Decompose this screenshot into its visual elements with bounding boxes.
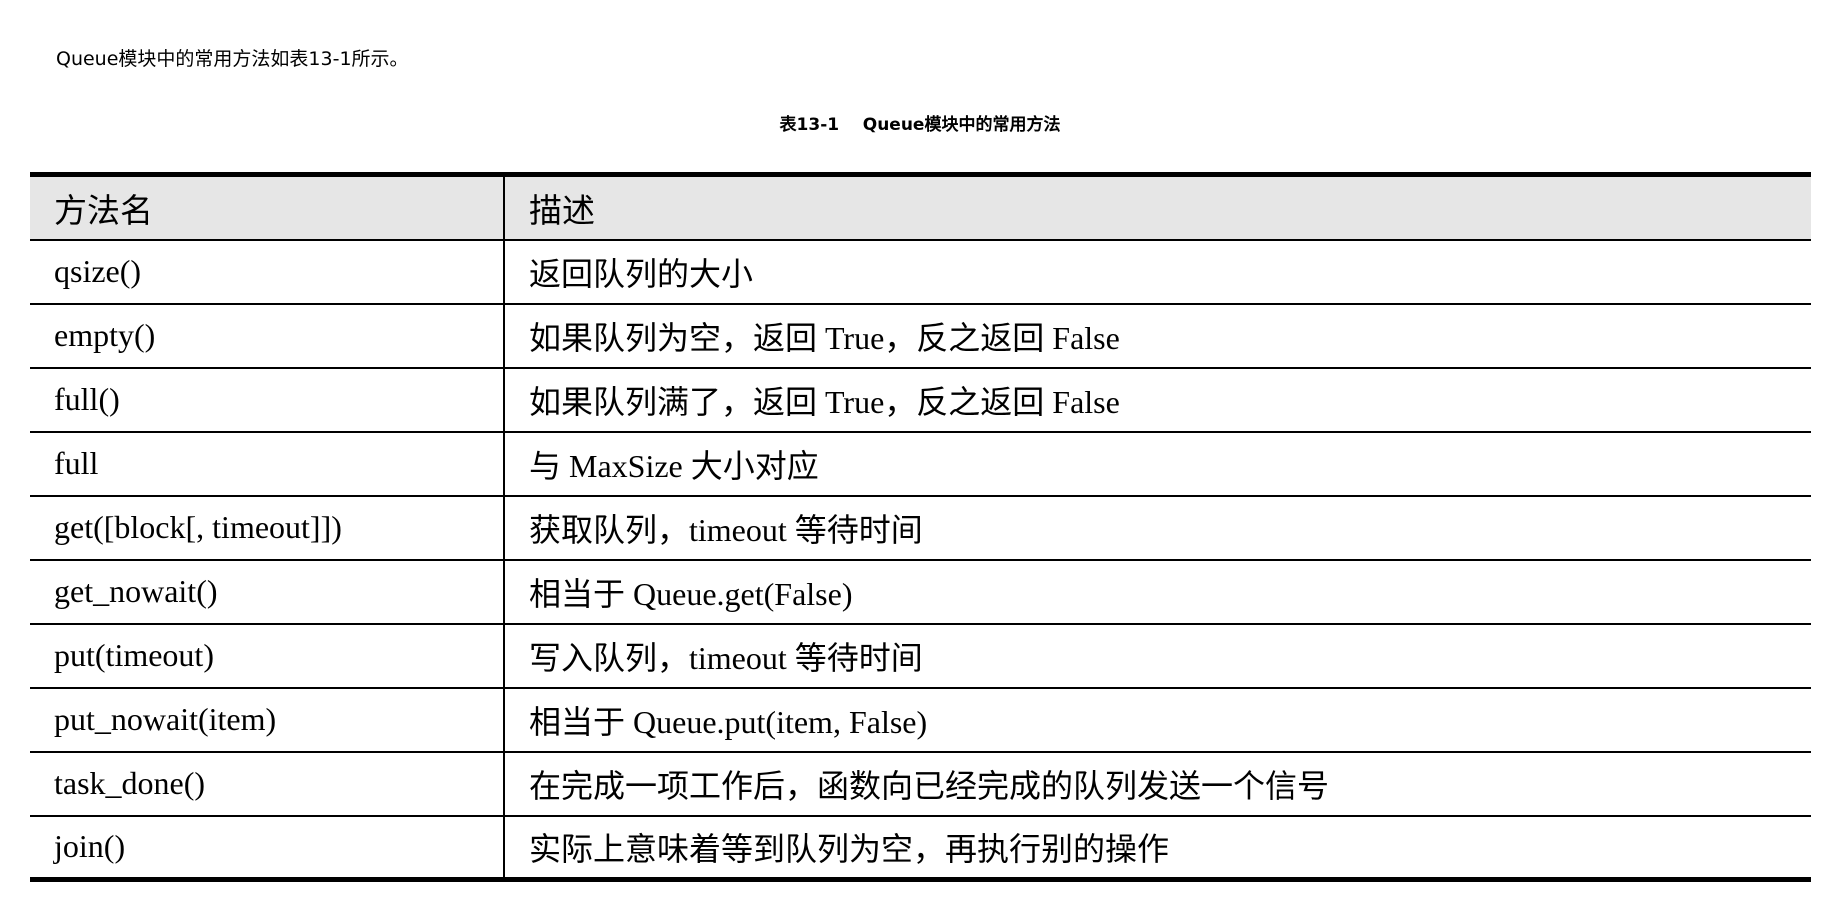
table-row: get_nowait() 相当于 Queue.get(False) — [30, 559, 1811, 625]
description-cell: 相当于 Queue.get(False) — [504, 559, 1811, 625]
method-cell: task_done() — [30, 751, 505, 817]
intro-paragraph: Queue模块中的常用方法如表13-1所示。 — [56, 48, 409, 70]
description-cell: 在完成一项工作后，函数向已经完成的队列发送一个信号 — [504, 751, 1811, 817]
table-row: empty() 如果队列为空，返回 True，反之返回 False — [30, 303, 1811, 369]
description-cell: 获取队列，timeout 等待时间 — [504, 495, 1811, 561]
table-row: full 与 MaxSize 大小对应 — [30, 431, 1811, 497]
methods-table: 方法名 描述 qsize() 返回队列的大小 empty() 如果队列为空，返回… — [30, 172, 1811, 882]
table-row: task_done() 在完成一项工作后，函数向已经完成的队列发送一个信号 — [30, 751, 1811, 817]
header-method-name: 方法名 — [30, 174, 505, 241]
method-cell: put_nowait(item) — [30, 687, 505, 753]
method-cell: full() — [30, 367, 505, 433]
method-cell: full — [30, 431, 505, 497]
method-cell: qsize() — [30, 239, 505, 305]
description-cell: 返回队列的大小 — [504, 239, 1811, 305]
method-cell: put(timeout) — [30, 623, 505, 689]
method-cell: join() — [30, 815, 505, 880]
method-cell: get([block[, timeout]]) — [30, 495, 505, 561]
table-header-row: 方法名 描述 — [30, 174, 1811, 241]
table-row: qsize() 返回队列的大小 — [30, 239, 1811, 305]
table-row: get([block[, timeout]]) 获取队列，timeout 等待时… — [30, 495, 1811, 561]
header-description: 描述 — [504, 174, 1811, 241]
description-cell: 写入队列，timeout 等待时间 — [504, 623, 1811, 689]
table-row: full() 如果队列满了，返回 True，反之返回 False — [30, 367, 1811, 433]
table-row: join() 实际上意味着等到队列为空，再执行别的操作 — [30, 815, 1811, 880]
table-row: put(timeout) 写入队列，timeout 等待时间 — [30, 623, 1811, 689]
method-cell: get_nowait() — [30, 559, 505, 625]
method-cell: empty() — [30, 303, 505, 369]
description-cell: 相当于 Queue.put(item, False) — [504, 687, 1811, 753]
description-cell: 如果队列满了，返回 True，反之返回 False — [504, 367, 1811, 433]
description-cell: 如果队列为空，返回 True，反之返回 False — [504, 303, 1811, 369]
description-cell: 实际上意味着等到队列为空，再执行别的操作 — [529, 830, 1170, 867]
description-cell: 与 MaxSize 大小对应 — [504, 431, 1811, 497]
table-caption: 表13-1 Queue模块中的常用方法 — [779, 115, 1061, 135]
table-row: put_nowait(item) 相当于 Queue.put(item, Fal… — [30, 687, 1811, 753]
